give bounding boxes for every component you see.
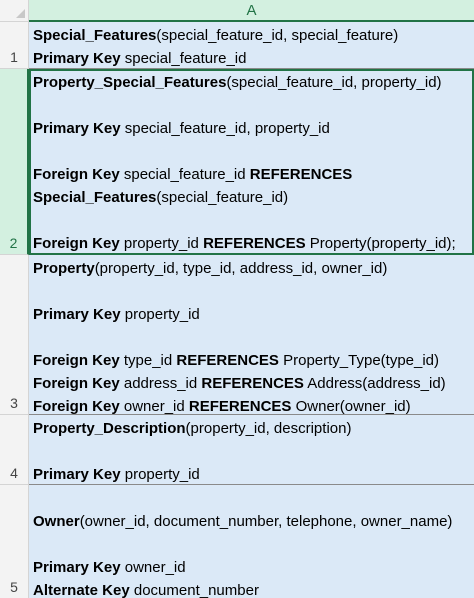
bold-keyword: Foreign Key (33, 375, 120, 392)
cell-text-line: Property_Special_Features(special_featur… (33, 71, 472, 94)
cell-text-line (33, 140, 472, 163)
cell-text-line (33, 326, 474, 349)
cell-text-line (33, 209, 472, 232)
bold-keyword: Primary Key (33, 559, 121, 576)
cell-text: address_id (119, 375, 202, 392)
cell-text: owner_id (119, 398, 189, 415)
row-number: 4 (10, 465, 18, 481)
cell-text: property_id (120, 306, 200, 323)
row-header-4[interactable]: 4 (0, 415, 29, 485)
row-header-5[interactable]: 5 (0, 485, 29, 598)
row-header-2[interactable]: 2 (0, 69, 29, 255)
row-header-3[interactable]: 3 (0, 255, 29, 415)
cell-text: Owner(owner_id) (291, 398, 411, 415)
cell-text: (owner_id, document_number, telephone, o… (79, 513, 453, 530)
cell-text-line (33, 280, 474, 303)
cell-a5[interactable]: Owner(owner_id, document_number, telepho… (29, 485, 474, 598)
cell-text: (special_feature_id, property_id) (226, 74, 442, 91)
select-all-icon (16, 9, 25, 18)
cell-text-line: Primary Key property_id (33, 463, 474, 484)
cell-text-line: Property_Description(property_id, descri… (33, 417, 474, 440)
cell-text-line (33, 440, 474, 463)
cell-text: Property_Type(type_id) (278, 352, 440, 369)
cell-text-line: Foreign Key special_feature_id REFERENCE… (33, 163, 472, 186)
bold-keyword: Property_Description (33, 420, 186, 437)
bold-keyword: Foreign Key (33, 352, 120, 369)
bold-keyword: REFERENCES (188, 398, 292, 415)
cell-text-line: Alternate Key document_number (33, 579, 474, 598)
spreadsheet-grid: A 1 Special_Features(special_feature_id,… (0, 0, 474, 598)
row-header-1[interactable]: 1 (0, 22, 29, 69)
cell-text-line: Special_Features(special_feature_id, spe… (33, 24, 474, 47)
cell-text-line: Foreign Key address_id REFERENCES Addres… (33, 372, 474, 395)
cell-text: (special_feature_id, special_feature) (156, 27, 399, 44)
bold-keyword: Primary Key (33, 120, 121, 137)
bold-keyword: REFERENCES (201, 375, 304, 392)
bold-keyword: Foreign Key (33, 235, 120, 252)
cell-text-line: Owner(owner_id, document_number, telepho… (33, 510, 474, 533)
bold-keyword: Foreign Key (33, 166, 120, 183)
bold-keyword: Special_Features (33, 189, 157, 206)
cell-text-line: Primary Key special_feature_id (33, 47, 474, 68)
bold-keyword: Owner (33, 513, 80, 530)
cell-text: special_feature_id (120, 50, 247, 67)
cell-text: special_feature_id (119, 166, 250, 183)
bold-keyword: REFERENCES (249, 166, 353, 183)
cell-text-line (33, 94, 472, 117)
cell-text-line: Special_Features(special_feature_id) (33, 186, 472, 209)
cell-text-line: Foreign Key owner_id REFERENCES Owner(ow… (33, 395, 474, 415)
row-number: 1 (10, 49, 18, 65)
row-number: 2 (9, 235, 18, 251)
cell-text-line (33, 487, 474, 510)
cell-text: special_feature_id, property_id (120, 120, 330, 137)
cell-text: (property_id, description) (185, 420, 352, 437)
cell-text: (property_id, type_id, address_id, owner… (94, 260, 388, 277)
row-number: 3 (10, 395, 18, 411)
bold-keyword: REFERENCES (176, 352, 279, 369)
cell-text-line: Primary Key owner_id (33, 556, 474, 579)
bold-keyword: Property_Special_Features (33, 74, 227, 91)
bold-keyword: Alternate Key (33, 582, 130, 598)
cell-text-line: Primary Key property_id (33, 303, 474, 326)
row-number: 5 (10, 579, 18, 595)
cell-text: (special_feature_id) (156, 189, 289, 206)
bold-keyword: Special_Features (33, 27, 157, 44)
cell-text: Property(property_id); (305, 235, 456, 252)
cell-text-line: Foreign Key type_id REFERENCES Property_… (33, 349, 474, 372)
bold-keyword: REFERENCES (203, 235, 306, 252)
bold-keyword: Primary Key (33, 466, 121, 483)
cell-a3[interactable]: Property(property_id, type_id, address_i… (29, 255, 474, 415)
cell-text: owner_id (120, 559, 186, 576)
cell-text-line: Foreign Key property_id REFERENCES Prope… (33, 232, 472, 253)
cell-a4[interactable]: Property_Description(property_id, descri… (29, 415, 474, 485)
cell-text: type_id (119, 352, 177, 369)
cell-text: document_number (129, 582, 259, 598)
cell-text-line (33, 533, 474, 556)
bold-keyword: Foreign Key (33, 398, 120, 415)
column-header-a[interactable]: A (29, 0, 474, 22)
cell-a2-selected[interactable]: Property_Special_Features(special_featur… (29, 69, 474, 255)
select-all-corner[interactable] (0, 0, 29, 22)
cell-text-line: Property(property_id, type_id, address_i… (33, 257, 474, 280)
cell-a1[interactable]: Special_Features(special_feature_id, spe… (29, 22, 474, 69)
cell-text: property_id (119, 235, 204, 252)
cell-text-line: Primary Key special_feature_id, property… (33, 117, 472, 140)
bold-keyword: Property (33, 260, 95, 277)
cell-text: property_id (120, 466, 200, 483)
cell-text: Address(address_id) (303, 375, 446, 392)
bold-keyword: Primary Key (33, 50, 121, 67)
bold-keyword: Primary Key (33, 306, 121, 323)
